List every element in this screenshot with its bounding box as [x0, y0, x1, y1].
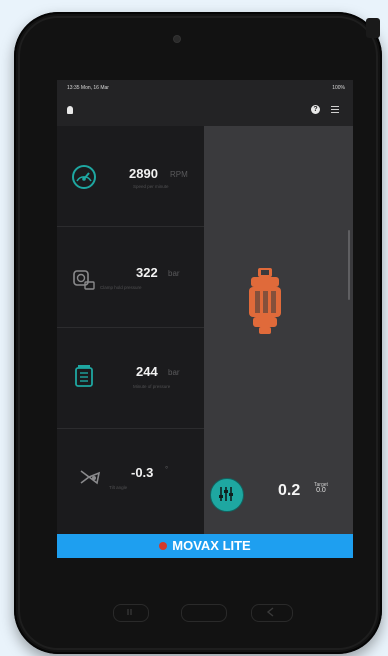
home-button[interactable] [181, 604, 227, 622]
scrollbar[interactable] [348, 230, 350, 300]
movax-logo-icon [67, 106, 73, 114]
screen: 13:35 Mon, 16 Mar 100% ? 2890 RPM Speed … [57, 80, 353, 558]
question-icon[interactable]: ? [311, 105, 320, 114]
sliders-icon [218, 486, 233, 501]
metric-caption: Speed per minute [133, 184, 169, 189]
machine-view: 0.2 Target 0.0 [204, 126, 353, 558]
target-sub-value: 0.0 [316, 487, 326, 494]
status-bar: 13:35 Mon, 16 Mar 100% [57, 80, 353, 96]
vibro-hammer-icon [249, 268, 281, 334]
metric-unit: ° [165, 465, 169, 474]
status-battery: 100% [332, 85, 345, 91]
brand-name: MOVAX LITE [172, 538, 251, 553]
menu-icon[interactable] [331, 106, 339, 114]
front-camera [174, 36, 180, 42]
metric-caption: Tilt angle [109, 485, 128, 490]
back-button[interactable] [251, 604, 293, 622]
tilt-icon [80, 470, 101, 485]
movax-logo-icon [159, 541, 168, 550]
metric-caption: Clamp hold pressure [100, 285, 142, 290]
current-value: 0.2 [278, 482, 301, 499]
controls-toggle-button[interactable] [210, 478, 244, 512]
speedometer-icon [72, 165, 96, 189]
metric-value: 244 [136, 364, 158, 379]
metric-value: 322 [136, 265, 158, 280]
metric-value: 2890 [129, 166, 158, 181]
metric-card-speed[interactable]: 2890 RPM Speed per minute [57, 126, 204, 227]
metrics-panel: 2890 RPM Speed per minute 322 bar Clamp … [57, 126, 204, 558]
metric-unit: bar [168, 269, 180, 278]
metric-caption: Minute of pressure [133, 384, 171, 389]
tablet-nav-buttons [57, 600, 353, 624]
metric-unit: bar [168, 368, 180, 377]
status-time-date: 13:35 Mon, 16 Mar [67, 85, 109, 91]
recent-apps-icon [126, 608, 132, 615]
metric-card-pressure[interactable]: 244 bar Minute of pressure [57, 328, 204, 429]
metric-unit: RPM [170, 170, 188, 179]
brand-bar: MOVAX LITE [57, 534, 353, 558]
app-bar: ? [57, 96, 353, 126]
pressure-gauge-icon [73, 270, 95, 290]
metric-value: -0.3 [131, 465, 154, 480]
recent-apps-button[interactable] [113, 604, 149, 622]
tablet-side-button [366, 18, 380, 38]
back-icon [266, 606, 273, 617]
target-readout: Target 0.0 [314, 482, 328, 494]
metric-card-clamp[interactable]: 322 bar Clamp hold pressure [57, 227, 204, 328]
hydraulic-icon [75, 365, 93, 387]
